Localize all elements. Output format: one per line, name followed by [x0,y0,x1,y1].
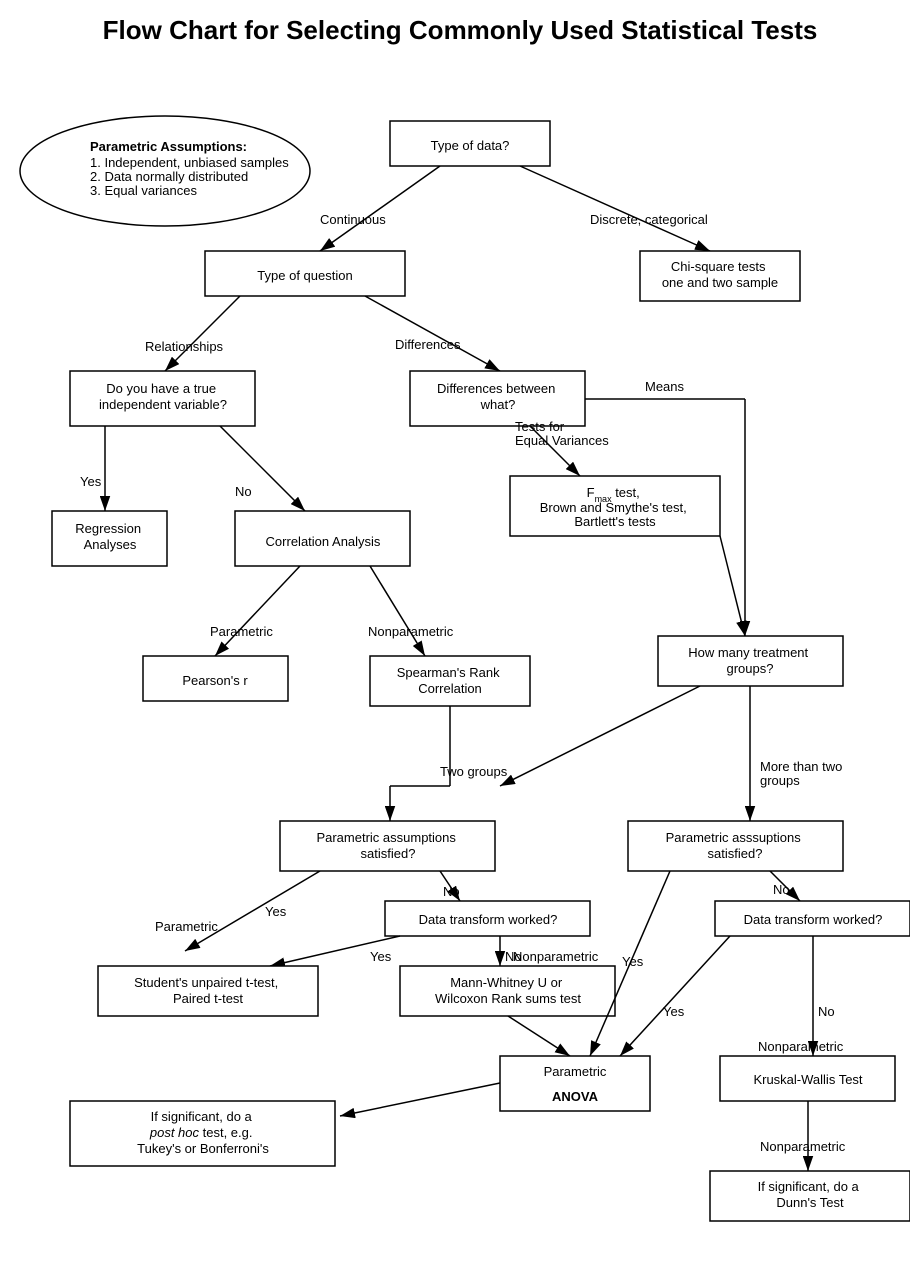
label-yes-transform: Yes [370,949,392,964]
arrow-data-to-chi [520,166,710,251]
tests-for-eq-var-label: Tests for Equal Variances [515,419,609,448]
label-yes-anova2: Yes [663,1004,685,1019]
arrow-correlation-to-pearson [215,566,300,656]
flowchart: Parametric Assumptions: 1. Independent, … [10,56,910,1251]
regression-text: Regression Analyses [75,521,144,552]
correlation-text: Correlation Analysis [266,534,381,549]
data-transform-more-text: Data transform worked? [744,912,883,927]
kruskal-text: Kruskal-Wallis Test [753,1072,862,1087]
arrow-eqvar-to-howmany [720,536,745,636]
arrow-anova-to-posthoc [340,1083,500,1116]
label-nonparam-dunn: Nonparametric [760,1139,846,1154]
type-of-data-text: Type of data? [431,138,510,153]
label-parametric-pearson: Parametric [210,624,273,639]
chi-square-text: Chi-square tests one and two sample [662,259,778,290]
do-you-have-text: Do you have a true independent variable? [99,381,227,412]
arrow-param-two-yes [185,871,320,951]
label-differences: Differences [395,337,461,352]
label-nonparam-kruskal: Nonparametric [758,1039,844,1054]
label-yes-anova: Yes [622,954,644,969]
label-no-datatransform: No [443,884,460,899]
label-means: Means [645,379,685,394]
post-hoc-text: If significant, do a post hoc test, e.g.… [137,1109,269,1156]
label-nonparam-mann: Nonparametric [513,949,599,964]
arrow-data-to-question [320,166,440,251]
type-of-question-text: Type of question [257,268,352,283]
label-more-than-two: More than two groups [760,759,846,788]
page-title: Flow Chart for Selecting Commonly Used S… [10,10,910,46]
label-relationships: Relationships [145,339,224,354]
label-continuous: Continuous [320,212,386,227]
arrow-correlation-to-spearman [370,566,425,656]
label-yes-students: Yes [265,904,287,919]
arrow-question-to-differences [365,296,500,371]
arrow-doyouhave-to-correlation [220,426,305,511]
arrow-question-to-do-you [165,296,240,371]
label-no-correlation: No [235,484,252,499]
page: Flow Chart for Selecting Commonly Used S… [0,0,920,1261]
mann-whitney-text: Mann-Whitney U or Wilcoxon Rank sums tes… [435,975,581,1006]
label-discrete: Discrete, categorical [590,212,708,227]
label-parametric-students: Parametric [155,919,218,934]
label-yes-regression: Yes [80,474,102,489]
label-two-groups: Two groups [440,764,508,779]
label-no-more: No [773,882,790,897]
anova-label-parametric: Parametric [544,1064,607,1079]
label-no-kruskal: No [818,1004,835,1019]
label-nonparametric-spearman: Nonparametric [368,624,454,639]
arrow-mann-to-anova [508,1016,570,1056]
anova-text: ANOVA [552,1089,599,1104]
data-transform-two-text: Data transform worked? [419,912,558,927]
pearsons-r-text: Pearson's r [182,673,248,688]
